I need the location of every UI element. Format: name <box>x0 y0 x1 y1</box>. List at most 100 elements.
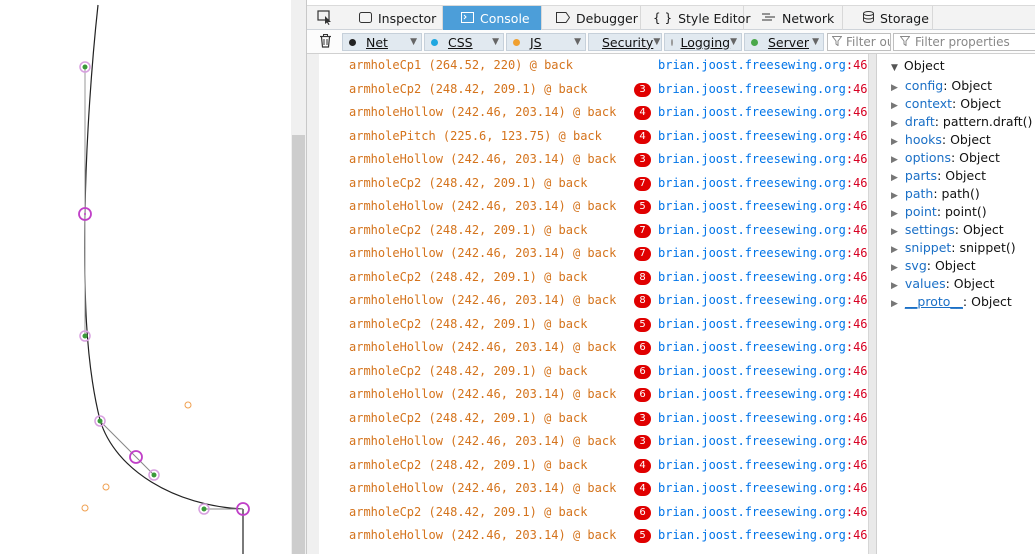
canvas-scrollbar-thumb[interactable] <box>292 135 305 554</box>
console-message-row[interactable]: armholeHollow (242.46, 203.14) @ back 5 br… <box>319 524 868 547</box>
console-message-row[interactable]: armholeCp2 (248.42, 209.1) @ back 7 brian.… <box>319 172 868 195</box>
tab-inspector[interactable]: Inspector <box>343 6 443 30</box>
trash-icon[interactable] <box>319 34 332 51</box>
filter-css-button[interactable]: CSS ▼ <box>424 33 504 51</box>
message-source-link[interactable]: brian.joost.freesewing.org:46:5 <box>658 152 868 166</box>
filter-output-input[interactable]: Filter output <box>827 33 891 51</box>
message-source-link[interactable]: brian.joost.freesewing.org:46:5 <box>658 458 868 472</box>
console-message-row[interactable]: armholeHollow (242.46, 203.14) @ back 6 br… <box>319 383 868 406</box>
object-property[interactable]: ▶ svg: Object <box>891 258 976 273</box>
tab-console[interactable]: Console <box>443 6 542 30</box>
filter-js-button[interactable]: JS ▼ <box>506 33 586 51</box>
console-message-text: armholeCp2 (248.42, 209.1) @ back <box>349 222 588 237</box>
console-message-row[interactable]: armholeCp2 (248.42, 209.1) @ back 4 brian.… <box>319 454 868 477</box>
message-source-link[interactable]: brian.joost.freesewing.org:46:5 <box>658 129 868 143</box>
source-host: brian.joost.freesewing.org <box>658 269 846 284</box>
console-message-row[interactable]: armholeHollow (242.46, 203.14) @ back 6 br… <box>319 336 868 359</box>
object-property[interactable]: ▶ config: Object <box>891 78 992 93</box>
console-message-row[interactable]: armholeCp1 (264.52, 220) @ back brian.joo… <box>319 54 868 77</box>
object-property[interactable]: ▶ path: path() <box>891 186 980 201</box>
object-property[interactable]: ▶ hooks: Object <box>891 132 991 147</box>
message-source-link[interactable]: brian.joost.freesewing.org:46:5 <box>658 481 868 495</box>
object-property[interactable]: ▶ __proto__: Object <box>891 294 1012 309</box>
filter-properties-input[interactable]: Filter properties <box>893 33 1035 51</box>
message-source-link[interactable]: brian.joost.freesewing.org:46:5 <box>658 317 868 331</box>
source-line: :46:5 <box>845 199 868 213</box>
property-key: draft <box>904 114 935 129</box>
console-message-row[interactable]: armholeHollow (242.46, 203.14) @ back 5 br… <box>319 195 868 218</box>
message-source-link[interactable]: brian.joost.freesewing.org:46:5 <box>658 246 868 260</box>
property-key: snippet <box>904 240 952 255</box>
message-source-link[interactable]: brian.joost.freesewing.org:46:5 <box>658 387 868 401</box>
tab-debugger[interactable]: Debugger <box>542 6 641 30</box>
message-source-link[interactable]: brian.joost.freesewing.org:46:5 <box>658 223 868 237</box>
message-source-link[interactable]: brian.joost.freesewing.org:46:5 <box>658 293 868 307</box>
tab-style-editor[interactable]: { } Style Editor <box>641 6 750 30</box>
tab-network[interactable]: Network <box>744 6 843 30</box>
object-property[interactable]: ▶ point: point() <box>891 204 987 219</box>
devtools-toolbar: Inspector Console Debugger { } Style Edi… <box>307 5 1035 30</box>
message-source-link[interactable]: brian.joost.freesewing.org:46:5 <box>658 364 868 378</box>
console-message-row[interactable]: armholePitch (225.6, 123.75) @ back 4 bria… <box>319 125 868 148</box>
filter-net-button[interactable]: Net ▼ <box>342 33 422 51</box>
console-message-row[interactable]: armholeHollow (242.46, 203.14) @ back 4 br… <box>319 477 868 500</box>
repeat-count-badge: 4 <box>634 458 651 473</box>
console-message-text: armholeHollow (242.46, 203.14) @ back <box>349 246 617 260</box>
console-message-row[interactable]: armholeCp2 (248.42, 209.1) @ back 6 brian.… <box>319 360 868 383</box>
console-message-row[interactable]: armholeHollow (242.46, 203.14) @ back 7 br… <box>319 242 868 265</box>
object-property[interactable]: ▶ settings: Object <box>891 222 1004 237</box>
source-host: brian.joost.freesewing.org <box>658 340 846 354</box>
message-source-link[interactable]: brian.joost.freesewing.org:46:5 <box>658 105 868 119</box>
source-line: :46:5 <box>845 387 868 401</box>
pattern-canvas[interactable] <box>0 0 291 554</box>
object-property[interactable]: ▶ draft: pattern.draft() <box>891 114 1032 129</box>
console-message-row[interactable]: armholeHollow (242.46, 203.14) @ back 8 br… <box>319 289 868 312</box>
console-message-row[interactable]: armholeCp2 (248.42, 209.1) @ back 6 brian.… <box>319 501 868 524</box>
console-filter-bar: Net ▼ CSS ▼ JS ▼ Security ▼ Logging ▼ Se… <box>307 30 1035 54</box>
object-property[interactable]: ▶ context: Object <box>891 96 1001 111</box>
message-source-link[interactable]: brian.joost.freesewing.org:46:5 <box>658 505 868 519</box>
chevron-right-icon: ▶ <box>891 281 898 291</box>
property-value: : Object <box>950 150 1000 165</box>
repeat-count-badge: 7 <box>634 247 651 261</box>
source-host: brian.joost.freesewing.org <box>658 410 846 425</box>
chevron-right-icon: ▶ <box>891 83 898 93</box>
source-line: :46:5 <box>845 58 868 72</box>
chevron-right-icon: ▶ <box>891 137 898 147</box>
tab-storage[interactable]: Storage <box>843 6 933 30</box>
object-root[interactable]: ▼ Object <box>891 58 945 73</box>
console-message-row[interactable]: armholeCp2 (248.42, 209.1) @ back 8 brian.… <box>319 266 868 289</box>
console-message-row[interactable]: armholeHollow (242.46, 203.14) @ back 4 br… <box>319 101 868 124</box>
object-property[interactable]: ▶ parts: Object <box>891 168 986 183</box>
element-picker-icon[interactable] <box>317 10 333 28</box>
message-source-link[interactable]: brian.joost.freesewing.org:46:5 <box>658 58 868 72</box>
filter-logging-button[interactable]: Logging ▼ <box>664 33 742 51</box>
filter-security-button[interactable]: Security ▼ <box>588 33 662 51</box>
repeat-count-badge: 3 <box>634 153 651 167</box>
source-line: :46:5 <box>845 457 868 472</box>
object-property[interactable]: ▶ snippet: snippet() <box>891 240 1016 255</box>
message-source-link[interactable]: brian.joost.freesewing.org:46:5 <box>658 528 868 542</box>
console-message-row[interactable]: armholeCp2 (248.42, 209.1) @ back 3 brian.… <box>319 407 868 430</box>
source-line: :46:5 <box>845 293 868 307</box>
object-property[interactable]: ▶ options: Object <box>891 150 1000 165</box>
message-source-link[interactable]: brian.joost.freesewing.org:46:5 <box>658 82 868 96</box>
message-source-link[interactable]: brian.joost.freesewing.org:46:5 <box>658 270 868 284</box>
object-property[interactable]: ▶ values: Object <box>891 276 994 291</box>
console-message-row[interactable]: armholeHollow (242.46, 203.14) @ back 3 br… <box>319 430 868 453</box>
message-source-link[interactable]: brian.joost.freesewing.org:46:5 <box>658 434 868 448</box>
message-source-link[interactable]: brian.joost.freesewing.org:46:5 <box>658 199 868 213</box>
message-source-link[interactable]: brian.joost.freesewing.org:46:5 <box>658 340 868 354</box>
console-output[interactable]: armholeCp1 (264.52, 220) @ back brian.joo… <box>307 54 868 554</box>
source-line: :46:5 <box>845 434 868 448</box>
filter-server-button[interactable]: Server ▼ <box>744 33 824 51</box>
console-message-row[interactable]: armholeCp2 (248.42, 209.1) @ back 7 brian.… <box>319 219 868 242</box>
filter-js-dot <box>513 38 520 46</box>
property-key: parts <box>904 168 938 183</box>
message-source-link[interactable]: brian.joost.freesewing.org:46:5 <box>658 176 868 190</box>
console-message-row[interactable]: armholeCp2 (248.42, 209.1) @ back 5 brian.… <box>319 313 868 336</box>
message-source-link[interactable]: brian.joost.freesewing.org:46:5 <box>658 411 868 425</box>
console-message-row[interactable]: armholeHollow (242.46, 203.14) @ back 3 br… <box>319 148 868 171</box>
console-message-row[interactable]: armholeCp2 (248.42, 209.1) @ back 3 brian.… <box>319 78 868 101</box>
source-line: :46:5 <box>845 481 868 495</box>
